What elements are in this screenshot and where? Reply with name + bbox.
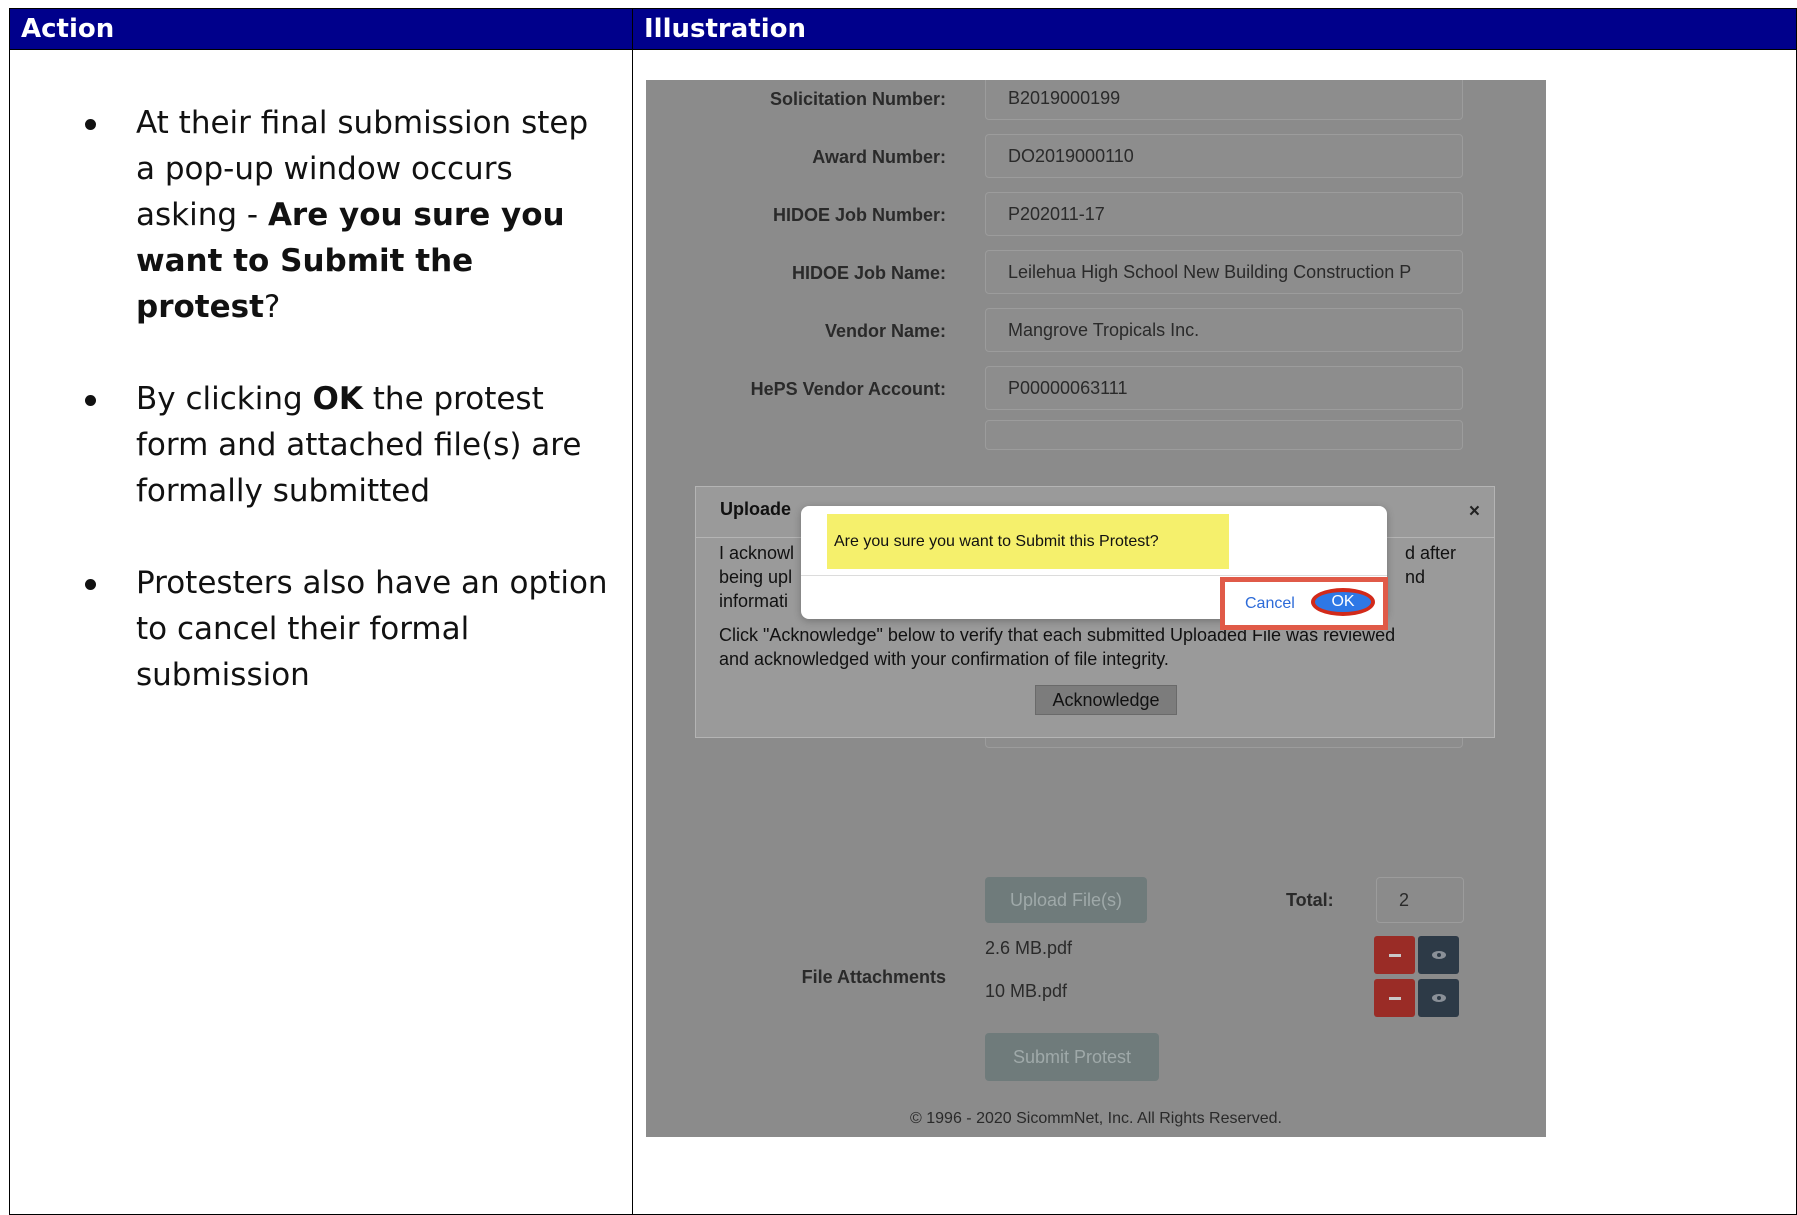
action-bullet-item: By clicking OK the protest form and atta… [85, 376, 615, 514]
acknowledge-button[interactable]: Acknowledge [1035, 685, 1177, 715]
view-file-button[interactable] [1418, 936, 1459, 974]
bullet-text: By clicking [136, 381, 313, 417]
ack-line-fragment: d after [1405, 543, 1457, 563]
form-field-input[interactable]: DO2019000110 [985, 134, 1463, 178]
ack-line-fragment: I acknowl [719, 543, 795, 563]
illustration-screenshot: Solicitation Number: B2019000199 Award Num… [646, 80, 1546, 1137]
view-file-button[interactable] [1418, 979, 1459, 1017]
action-bullet-item: At their final submission step a pop-up … [85, 100, 615, 330]
remove-file-button[interactable] [1374, 936, 1415, 974]
form-field-row: Vendor Name: Mangrove Tropicals Inc. [646, 308, 1546, 354]
total-count-field: 2 [1376, 877, 1464, 923]
form-field-label: Award Number: [812, 147, 946, 167]
form-field-input[interactable]: P202011-17 [985, 192, 1463, 236]
minus-icon [1388, 953, 1401, 957]
form-field-row: HePS Vendor Account: P00000063111 [646, 366, 1546, 412]
ack-line-fragment: being upl [719, 567, 793, 587]
form-field-label: Solicitation Number: [769, 89, 946, 109]
column-divider [632, 9, 633, 1214]
bullet-bold-text: OK [312, 381, 363, 417]
submit-protest-button[interactable]: Submit Protest [985, 1033, 1159, 1081]
ok-button[interactable]: OK [1311, 588, 1375, 616]
upload-files-button[interactable]: Upload File(s) [985, 877, 1147, 923]
form-field-input[interactable]: B2019000199 [985, 80, 1463, 120]
bullet-icon [85, 119, 96, 130]
table-header-row: Action Illustration [10, 9, 1796, 50]
file-attachment-name: 2.6 MB.pdf [985, 938, 1073, 958]
action-cell: At their final submission step a pop-up … [10, 50, 632, 1214]
form-field-input[interactable] [985, 420, 1463, 450]
form-field-label: Vendor Name: [824, 321, 946, 341]
form-field-input[interactable]: P00000063111 [985, 366, 1463, 410]
file-attachment-name: 10 MB.pdf [985, 981, 1068, 1001]
total-label: Total: [1286, 890, 1334, 910]
ack-line-fragment: informati [719, 591, 789, 611]
form-field-label: HIDOE Job Number: [772, 205, 946, 225]
form-field-row: HIDOE Job Number: P202011-17 [646, 192, 1546, 238]
bullet-text: Protesters also have an option to cancel… [136, 565, 608, 693]
form-field-row: Award Number: DO2019000110 [646, 134, 1546, 180]
form-field-row: HIDOE Job Name: Leilehua High School New … [646, 250, 1546, 296]
ok-highlight-box: Cancel OK [1220, 577, 1388, 630]
illustration-column-header: Illustration [644, 14, 806, 44]
close-icon[interactable]: × [1469, 501, 1480, 523]
form-field-input[interactable]: Mangrove Tropicals Inc. [985, 308, 1463, 352]
bullet-icon [85, 395, 96, 406]
eye-icon [1431, 951, 1446, 959]
cancel-button[interactable]: Cancel [1245, 595, 1295, 613]
bullet-text: ? [263, 289, 281, 325]
acknowledgement-instruction: Click "Acknowledge" below to verify that… [719, 625, 1396, 669]
form-field-label: HePS Vendor Account: [750, 379, 946, 399]
form-field-input[interactable]: Leilehua High School New Building Constr… [985, 250, 1463, 294]
remove-file-button[interactable] [1374, 979, 1415, 1017]
file-attachments-label: File Attachments [801, 967, 946, 987]
bullet-icon [85, 579, 96, 590]
form-field-row: Solicitation Number: B2019000199 [646, 80, 1546, 122]
eye-icon [1431, 994, 1446, 1002]
action-bullet-item: Protesters also have an option to cancel… [85, 560, 615, 698]
ack-line-fragment: nd [1405, 567, 1426, 587]
confirm-message: Are you sure you want to Submit this Pro… [827, 514, 1229, 569]
action-column-header: Action [21, 14, 115, 44]
acknowledgement-modal-title: Uploade [720, 499, 792, 519]
form-field-label: HIDOE Job Name: [791, 263, 946, 283]
copyright-footer: © 1996 - 2020 SicommNet, Inc. All Rights… [910, 1110, 1282, 1127]
confirm-divider [801, 575, 1387, 576]
action-bullet-list: At their final submission step a pop-up … [85, 100, 615, 744]
minus-icon [1388, 996, 1401, 1000]
